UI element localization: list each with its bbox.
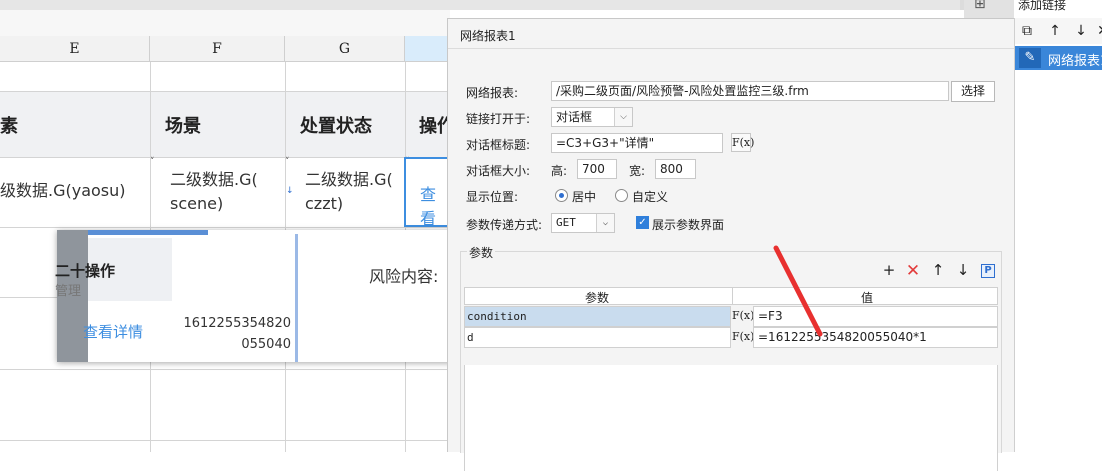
position-custom-radio[interactable]: [615, 189, 628, 202]
param-name-cell[interactable]: d: [464, 327, 731, 348]
move-up-icon[interactable]: ↑: [929, 261, 947, 279]
formula-icon[interactable]: F(x): [732, 328, 754, 347]
hyperlink-dialog: 网络报表1 网络报表: /采购二级页面/风险预警-风险处置监控三级.frm 选择…: [447, 18, 1014, 471]
edit-icon: ✎: [1019, 48, 1041, 68]
dialog-title: 网络报表1: [460, 29, 516, 43]
header-cell-yaosu[interactable]: 素: [0, 112, 18, 138]
preview-risk-label: 风险内容:: [369, 267, 439, 286]
preview-subtitle: 管理: [55, 284, 82, 299]
chevron-down-icon: ⌵: [614, 108, 632, 126]
param-value-cell[interactable]: =F3: [753, 306, 998, 327]
expand-marker: ˅: [285, 157, 290, 167]
cell-h3-link[interactable]: 查看: [420, 181, 450, 229]
header-row: [0, 91, 450, 158]
header-cell-operation[interactable]: 操作: [419, 112, 450, 138]
show-param-label[interactable]: 展示参数界面: [652, 216, 724, 233]
param-panel-icon[interactable]: P: [981, 264, 995, 278]
open-in-label: 链接打开于:: [466, 112, 531, 126]
cell-g3-line1[interactable]: 二级数据.G(: [305, 168, 393, 192]
chevron-down-icon: ⌵: [596, 214, 614, 232]
grid-icon[interactable]: ⊞: [974, 0, 986, 12]
move-down-icon[interactable]: ↓: [1073, 23, 1089, 39]
param-method-select[interactable]: GET ⌵: [551, 213, 615, 233]
param-column-header: 参数: [585, 291, 610, 305]
header-cell-status[interactable]: 处置状态: [300, 112, 372, 138]
add-icon[interactable]: +: [880, 261, 898, 279]
delete-icon[interactable]: ✕: [1095, 23, 1102, 39]
link-list-panel: ⧉ ↑ ↓ ✕ ✎ 网络报表1: [1014, 18, 1102, 452]
link-list-toolbar: ⧉ ↑ ↓ ✕: [1015, 18, 1102, 44]
width-field[interactable]: 800: [655, 159, 696, 179]
header-cell-scene[interactable]: 场景: [165, 112, 201, 138]
position-center-radio[interactable]: [555, 189, 568, 202]
preview-title: 二十操作: [55, 262, 116, 280]
open-in-select[interactable]: 对话框 ⌵: [551, 107, 633, 127]
formula-icon[interactable]: F(x): [731, 133, 754, 152]
cell-h3-selected[interactable]: 查看: [404, 157, 450, 229]
preview-detail-link[interactable]: 查看详情: [83, 321, 143, 342]
position-custom-label[interactable]: 自定义: [632, 188, 668, 205]
column-header-h[interactable]: [405, 36, 450, 62]
cell-g3-line2[interactable]: czzt): [305, 192, 343, 216]
column-header-g[interactable]: G: [285, 36, 405, 62]
params-table-body: [464, 365, 998, 471]
param-method-label: 参数传递方式:: [466, 218, 543, 232]
tab-add-link[interactable]: 添加链接: [1014, 0, 1102, 18]
height-field[interactable]: 700: [577, 159, 617, 179]
right-tabs: ⊞ 添加链接: [964, 0, 1102, 18]
link-list-item[interactable]: ✎ 网络报表1: [1015, 46, 1102, 70]
preview-id: 1612255354820 055040: [183, 316, 291, 352]
show-param-checkbox[interactable]: ✓: [636, 216, 649, 229]
cell-e3[interactable]: 级数据.G(yaosu): [0, 179, 126, 203]
param-name-cell[interactable]: condition: [464, 306, 731, 327]
move-down-icon[interactable]: ↓: [954, 261, 972, 279]
report-path-field[interactable]: /采购二级页面/风险预警-风险处置监控三级.frm: [551, 81, 949, 101]
column-header-f[interactable]: F: [150, 36, 285, 62]
param-value-cell[interactable]: =1612255354820055040*1: [753, 327, 998, 348]
size-label: 对话框大小:: [466, 164, 531, 178]
height-label: 高:: [551, 164, 568, 178]
position-label: 显示位置:: [466, 190, 519, 204]
position-center-label[interactable]: 居中: [572, 188, 596, 205]
column-header-e[interactable]: E: [0, 36, 150, 62]
param-row[interactable]: condition F(x) =F3: [464, 306, 998, 327]
cell-f3-line2[interactable]: scene): [170, 192, 223, 216]
top-strip: [0, 0, 1102, 10]
formula-icon[interactable]: F(x): [732, 307, 754, 326]
report-label: 网络报表:: [466, 86, 519, 100]
link-item-label: 网络报表1: [1048, 54, 1102, 69]
dialog-title-label: 对话框标题:: [466, 138, 531, 152]
expand-marker: ˅: [150, 157, 155, 167]
copy-icon[interactable]: ⧉: [1019, 23, 1035, 39]
width-label: 宽:: [629, 164, 646, 178]
value-column-header: 值: [861, 291, 874, 305]
delete-icon[interactable]: ✕: [904, 261, 922, 281]
preview-popup: 二十操作 管理 查看详情 1612255354820 055040 风险内容:: [55, 230, 469, 362]
dialog-title-field[interactable]: =C3+G3+"详情": [551, 133, 723, 153]
choose-button[interactable]: 选择: [951, 81, 995, 102]
dialog-titlebar: 网络报表1: [448, 19, 1014, 49]
param-row[interactable]: d F(x) =1612255354820055040*1: [464, 327, 998, 348]
down-arrow-icon: ↓: [286, 186, 294, 196]
params-group-label: 参数: [467, 244, 496, 261]
cell-f3-line1[interactable]: 二级数据.G(: [170, 168, 258, 192]
params-table-header: 参数 值: [464, 287, 998, 305]
move-up-icon[interactable]: ↑: [1047, 23, 1063, 39]
